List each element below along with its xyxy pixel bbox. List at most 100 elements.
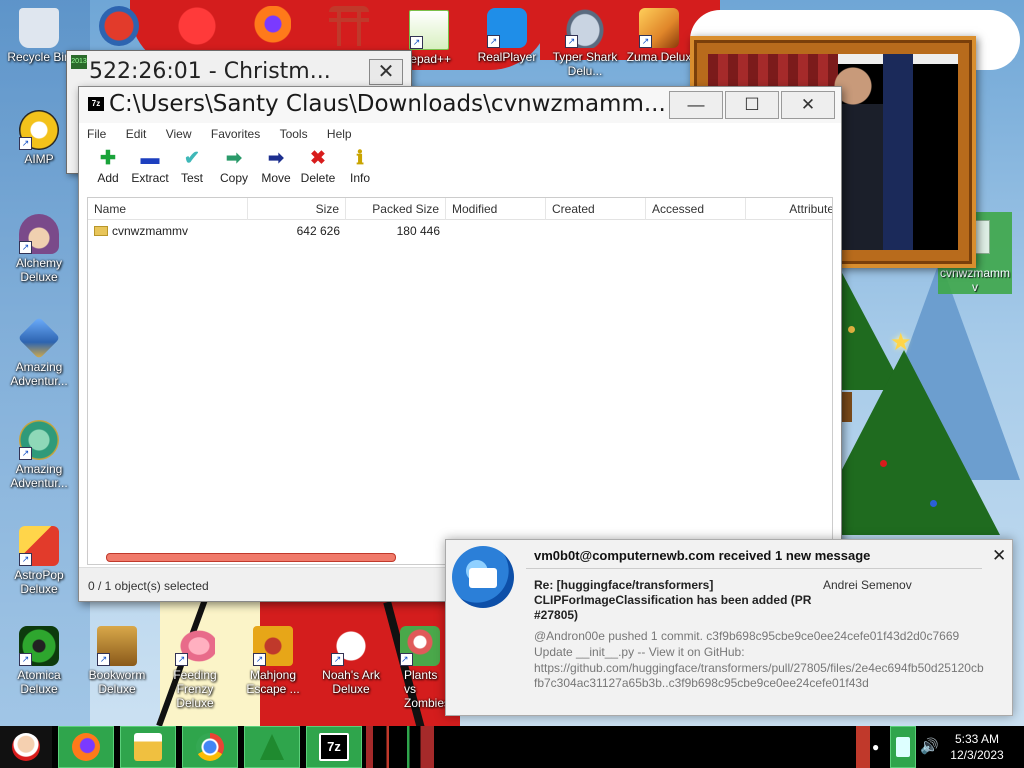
column-header-accessed[interactable]: Accessed [646,198,746,220]
desktop-icon-2[interactable] [82,6,156,48]
tray-network[interactable] [890,726,916,768]
desktop-icon-label: cvnwzmamm v [939,266,1010,294]
menu-help[interactable]: Help [325,125,354,143]
desktop-icon-firefox[interactable] [234,6,308,48]
globe-compass-icon: ↗ [19,420,59,460]
desktop-icon-astropop[interactable]: ↗ AstroPop Deluxe [2,526,76,596]
table-row[interactable]: cvnwzmammv 642 626 180 446 [88,222,832,240]
column-header-attributes[interactable]: Attributes [746,198,832,220]
menu-view[interactable]: View [164,125,194,143]
atomica-icon: ↗ [19,626,59,666]
7zip-app-icon: 7z [88,97,104,111]
mail-notification[interactable]: vm0b0t@computernewb.com received 1 new m… [445,539,1013,716]
desktop-icon-recycle-bin[interactable]: Recycle Bin [2,8,76,64]
tool-label: Move [261,171,291,185]
menu-edit[interactable]: Edit [124,125,149,143]
desktop-icon-alchemy[interactable]: ↗ Alchemy Deluxe [2,214,76,284]
torii-gate-icon [329,6,369,46]
notification-body: @Andron00e pushed 1 commit. c3f9b698c95c… [534,629,984,691]
title-bar[interactable]: 7z C:\Users\Santy Claus\Downloads\cvnwzm… [79,87,841,123]
desktop-icon-plants-vs-zombies[interactable]: ↗ Plants vs Zombies [392,626,452,710]
shark-icon: ↗ [565,8,605,48]
desktop-icon-atomica[interactable]: ↗ Atomica Deluxe [2,626,76,696]
move-arrow-icon: ➡ [268,148,284,169]
video-flag [883,54,913,250]
notification-header: vm0b0t@computernewb.com received 1 new m… [534,548,871,563]
mahjong-tile-icon: ↗ [253,626,293,666]
desktop-icon-amazing-adventures-2[interactable]: ↗ Amazing Adventur... [2,420,76,490]
ornament [848,326,855,333]
notification-subject: Re: [huggingface/transformers] CLIPForIm… [534,578,812,622]
desktop-icon-bookworm[interactable]: ↗ Bookworm Deluxe [80,626,154,696]
menu-file[interactable]: File [85,125,108,143]
column-header-name[interactable]: Name [88,198,248,220]
extract-button[interactable]: ▬ Extract [129,147,171,185]
file-explorer-icon [134,733,162,761]
info-button[interactable]: ℹ Info [339,147,381,185]
zuma-icon: ↗ [639,8,679,48]
desktop-icon-label: AIMP [24,152,54,166]
fish-icon: ↗ [175,626,215,666]
cell-packed-size: 180 446 [396,224,440,238]
copy-button[interactable]: ➡ Copy [213,147,255,185]
bookworm-icon: ↗ [97,626,137,666]
tool-label: Test [180,171,203,185]
desktop-icon-label: Amazing Adventur... [10,360,68,388]
volume-icon[interactable]: 🔊 [920,737,939,755]
dove-icon: ↗ [331,626,371,666]
7zip-icon: 7z [319,733,349,761]
desktop-icon-aimp[interactable]: ↗ AIMP [2,110,76,166]
window-title: C:\Users\Santy Claus\Downloads\cvnwzmamm… [109,91,666,117]
desktop-icon-noahs-ark[interactable]: ↗ Noah's Ark Deluxe [314,626,388,696]
clock-date: 12/3/2023 [950,748,1004,762]
menu-favorites[interactable]: Favorites [209,125,262,143]
desktop-icon-red-fuzzy[interactable] [160,6,234,48]
clock[interactable]: 5:33 AM 12/3/2023 [937,731,1017,763]
maximize-button[interactable]: ☐ [725,91,779,119]
ornament [930,500,937,507]
taskbar-firefox[interactable] [58,726,114,768]
menu-tools[interactable]: Tools [278,125,310,143]
delete-button[interactable]: ✖ Delete [297,147,339,185]
aimp-icon: ↗ [19,110,59,150]
clock-time: 5:33 AM [954,732,1000,746]
divider [526,568,982,569]
tool-label: Extract [131,171,169,185]
desktop-icon-amazing-adventures-1[interactable]: Amazing Adventur... [2,316,76,388]
desktop-icon-mahjong[interactable]: ↗ Mahjong Escape ... [236,626,310,696]
taskbar-chrome[interactable] [182,726,238,768]
timer-close-button[interactable]: ✕ [369,59,403,85]
column-header-created[interactable]: Created [546,198,646,220]
desktop-icon-label: Plants vs Zombies [404,668,451,710]
column-header-modified[interactable]: Modified [446,198,546,220]
star-icon: ★ [890,329,912,356]
test-button[interactable]: ✔ Test [171,147,213,185]
move-button[interactable]: ➡ Move [255,147,297,185]
7zip-window[interactable]: 7z C:\Users\Santy Claus\Downloads\cvnwzm… [78,86,842,602]
recycle-bin-icon [19,8,59,48]
desktop-icon-label: RealPlayer [477,50,537,64]
tray-dot-icon[interactable]: ● [872,740,879,754]
desktop-icon-feeding-frenzy[interactable]: ↗ Feeding Frenzy Deluxe [158,626,232,710]
taskbar-7zip[interactable]: 7z [306,726,362,768]
desktop-icon-label: Alchemy Deluxe [15,256,62,284]
taskbar-christmas-tree[interactable] [244,726,300,768]
notification-close-button[interactable]: ✕ [992,546,1006,566]
firefox-icon [72,733,100,761]
start-button[interactable] [0,726,52,768]
file-list[interactable]: Name Size Packed Size Modified Created A… [87,197,833,565]
column-header-size[interactable]: Size [248,198,346,220]
minimize-button[interactable]: — [669,91,723,119]
info-icon: ℹ [356,148,364,169]
desktop-icon-realplayer[interactable]: ↗ RealPlayer [470,8,544,64]
desktop-icon-typer-shark[interactable]: ↗ Typer Shark Delu... [548,8,622,78]
menu-bar: File Edit View Favorites Tools Help [85,125,835,145]
close-button[interactable]: ✕ [781,91,835,119]
taskbar-file-explorer[interactable] [120,726,176,768]
desktop-icon-zuma[interactable]: ↗ Zuma Delux [622,8,696,64]
desktop-icon-label: tepad++ [406,52,452,66]
column-header-packed-size[interactable]: Packed Size [346,198,446,220]
add-button[interactable]: ✚ Add [87,147,129,185]
desktop-icon-torii[interactable] [312,6,386,48]
horizontal-scrollbar[interactable] [106,553,396,562]
